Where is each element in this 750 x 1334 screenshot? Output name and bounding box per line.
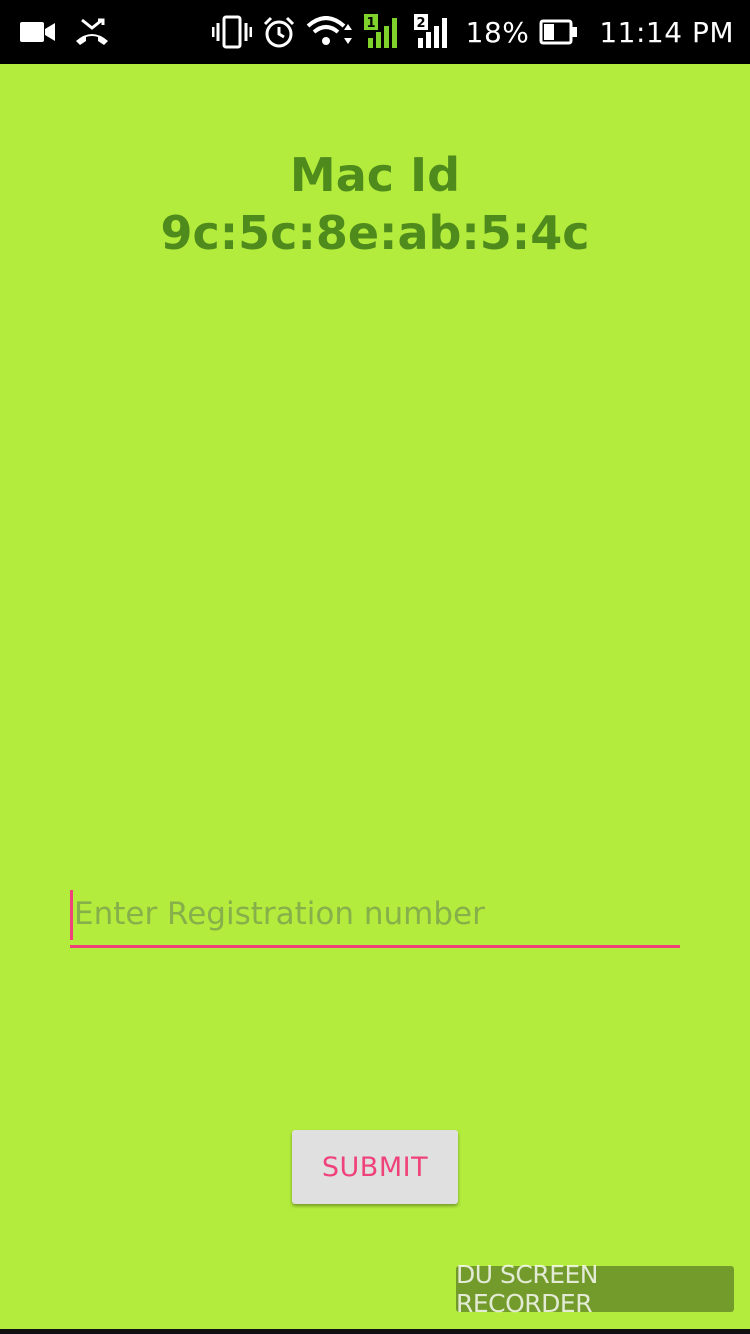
status-right: 1 2 18% 11:14 PM (211, 14, 734, 50)
bottom-edge (0, 1329, 750, 1334)
registration-number-input[interactable] (70, 884, 684, 944)
wifi-icon (306, 16, 354, 48)
alarm-icon (262, 15, 296, 49)
text-cursor (70, 890, 73, 940)
video-camera-icon (20, 20, 56, 44)
sim1-label: 1 (366, 16, 375, 31)
battery-percent: 18% (465, 15, 530, 49)
status-bar: 1 2 18% 11:14 PM (0, 0, 750, 64)
battery-icon (539, 18, 579, 46)
sim1-signal-icon: 1 (363, 14, 404, 50)
missed-call-icon (74, 17, 110, 47)
screen-recorder-watermark: DU SCREEN RECORDER (456, 1260, 734, 1318)
sim2-label: 2 (416, 16, 425, 31)
submit-button[interactable]: SUBMIT (292, 1130, 458, 1204)
status-left (20, 17, 110, 47)
clock: 11:14 PM (599, 15, 734, 49)
mac-id-label: Mac Id (289, 148, 461, 202)
registration-field[interactable] (70, 884, 684, 948)
vibrate-icon (211, 15, 252, 49)
app-screen: Mac Id 9c:5c:8e:ab:5:4c SUBMIT DU SCREEN… (0, 64, 750, 1334)
sim2-signal-icon: 2 (413, 14, 454, 50)
mac-id-value: 9c:5c:8e:ab:5:4c (160, 206, 590, 260)
